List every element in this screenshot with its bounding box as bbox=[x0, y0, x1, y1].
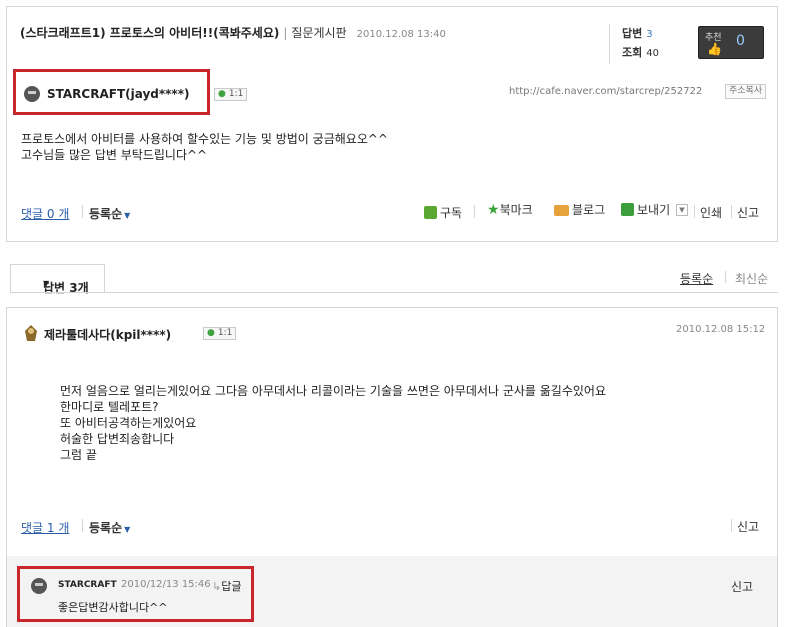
answer-body: 먼저 얼음으로 얼리는게있어요 그다음 아무데서나 리콜이라는 기술을 쓰면은 … bbox=[60, 384, 606, 462]
chat-bubble-icon: ● bbox=[218, 89, 226, 99]
author-avatar-icon bbox=[24, 86, 40, 102]
bookmark-button[interactable]: ★북마크 bbox=[487, 201, 533, 218]
post-title-row: (스타크래프트1) 프로토스의 아비터!!(콕봐주세요) | 질문게시판 2010.1… bbox=[20, 26, 446, 40]
board-name[interactable]: 질문게시판 bbox=[291, 26, 346, 40]
subscribe-button[interactable]: 구독 bbox=[424, 204, 462, 221]
recommend-count: 0 bbox=[736, 33, 745, 49]
post-title: (스타크래프트1) 프로토스의 아비터!!(콕봐주세요) bbox=[20, 26, 280, 40]
copy-url-button[interactable]: 주소복사 bbox=[725, 84, 767, 99]
blog-icon bbox=[554, 205, 569, 216]
divider bbox=[609, 24, 610, 64]
answer-count: 3 bbox=[646, 29, 653, 40]
view-count-stat: 조회 40 bbox=[622, 46, 659, 59]
answer-chat-button[interactable]: ● 1:1 bbox=[203, 327, 237, 340]
reply-avatar-icon bbox=[31, 578, 47, 594]
reply-report-button[interactable]: 신고 bbox=[731, 578, 753, 595]
answer-author[interactable]: 제라툴데사다(kpil****) bbox=[44, 326, 171, 343]
chat-bubble-icon: ● bbox=[207, 328, 215, 338]
sort-by-register[interactable]: 등록순 bbox=[680, 270, 713, 287]
zeratul-avatar-icon bbox=[25, 325, 37, 341]
comments-link[interactable]: 댓글 0 개 bbox=[21, 205, 69, 222]
answer-date: 2010.12.08 15:12 bbox=[676, 324, 766, 335]
caret-down-icon: ▼ bbox=[124, 525, 131, 534]
star-icon: ★ bbox=[487, 202, 500, 218]
reply-arrow-icon: ↳ bbox=[212, 580, 222, 593]
sort-by-latest[interactable]: 최신순 bbox=[735, 270, 768, 287]
recommend-button[interactable]: 추천 👍 0 bbox=[698, 26, 764, 59]
post-author[interactable]: STARCRAFT(jayd****) bbox=[47, 87, 189, 101]
answer-comment-sort-dropdown[interactable]: 등록순 ▼ bbox=[89, 519, 130, 536]
report-button[interactable]: 신고 bbox=[737, 204, 759, 221]
rss-icon bbox=[424, 206, 437, 219]
post-date: 2010.12.08 13:40 bbox=[356, 29, 446, 40]
answer-comments-link[interactable]: 댓글 1 개 bbox=[21, 519, 69, 536]
answer-report-button[interactable]: 신고 bbox=[737, 518, 759, 535]
print-button[interactable]: 인쇄 bbox=[700, 204, 722, 221]
view-count: 40 bbox=[646, 48, 659, 59]
caret-down-icon: ▼ bbox=[124, 211, 131, 220]
send-options-dropdown-icon[interactable]: ▼ bbox=[676, 204, 688, 216]
reply-text: 좋은답변감사합니다^^ bbox=[58, 601, 168, 614]
chat-button[interactable]: ● 1:1 bbox=[214, 88, 248, 101]
tab-answers[interactable]: ▼ 답변 3개 bbox=[10, 264, 105, 295]
thumbs-up-icon: 👍 bbox=[707, 42, 722, 56]
share-arrow-icon bbox=[621, 203, 634, 216]
answer-count-stat: 답변 3 bbox=[622, 27, 653, 40]
reply-author[interactable]: STARCRAFT bbox=[58, 580, 117, 590]
comment-sort-dropdown[interactable]: 등록순 ▼ bbox=[89, 205, 130, 222]
reply-to-comment-button[interactable]: ↳답글 bbox=[212, 578, 241, 594]
blog-button[interactable]: 블로그 bbox=[554, 201, 605, 218]
post-url: http://cafe.naver.com/starcrep/252722 bbox=[509, 86, 703, 97]
reply-date: 2010/12/13 15:46 bbox=[121, 579, 211, 590]
post-body: 프로토스에서 아비터를 사용하여 할수있는 기능 및 방법이 궁금해요오^^ 고… bbox=[21, 132, 388, 162]
send-button[interactable]: 보내기 bbox=[621, 201, 670, 218]
